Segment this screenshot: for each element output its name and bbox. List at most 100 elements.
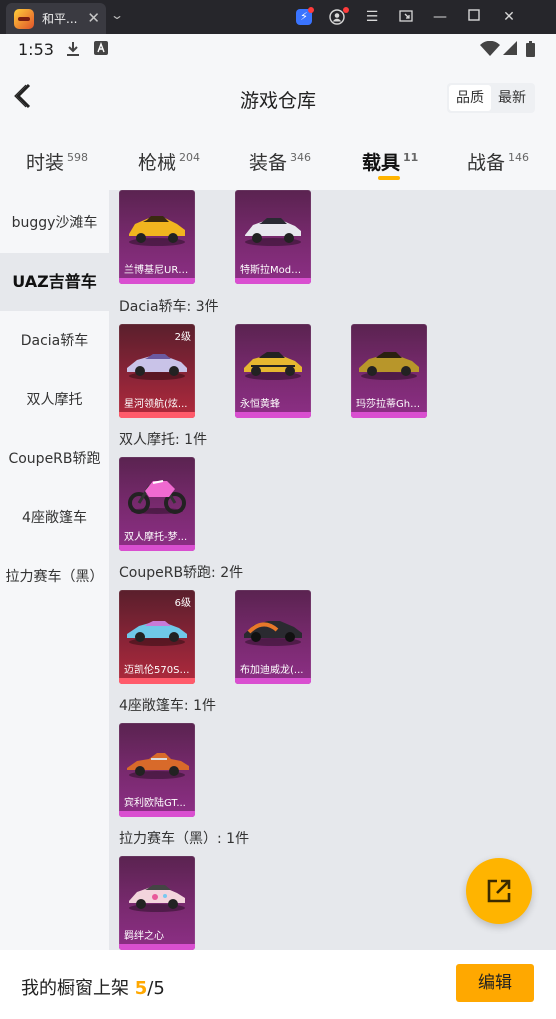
rarity-strip: [235, 278, 311, 284]
sidebar-item-coupe[interactable]: CoupeRB轿跑: [0, 430, 109, 488]
share-button[interactable]: [466, 858, 532, 924]
app-window: 和平... ✕ ⌄ ⚡ ☰ — ✕ 1:53 游戏仓库 品质 最新 时装 598…: [0, 0, 556, 1019]
tab-count: 146: [508, 151, 530, 164]
rarity-strip: [119, 678, 195, 684]
vehicle-name: 布加迪威龙(...: [240, 665, 304, 676]
showcase-current-count: 5: [134, 978, 148, 999]
emulator-title-bar: 和平... ✕ ⌄ ⚡ ☰ — ✕: [0, 0, 556, 34]
car-image: [129, 216, 185, 246]
tab-label: 枪械: [138, 152, 177, 174]
tab-count: 346: [290, 151, 312, 164]
vehicle-card[interactable]: 兰博基尼URU...: [119, 190, 195, 284]
vehicle-card[interactable]: 羁绊之心: [119, 856, 195, 950]
battery-icon: [526, 41, 535, 61]
vehicle-card[interactable]: 双人摩托-梦...: [119, 457, 195, 551]
vehicle-type-sidebar: buggy沙滩车 UAZ吉普车 Dacia轿车 双人摩托 CoupeRB轿跑 4…: [0, 190, 109, 950]
tab-count: 11: [403, 151, 419, 164]
showcase-label: 我的橱窗上架: [21, 978, 129, 999]
close-tab-icon[interactable]: ✕: [87, 9, 100, 27]
rarity-strip: [119, 545, 195, 551]
account-notification-dot: [343, 7, 349, 13]
menu-icon[interactable]: ☰: [364, 9, 380, 25]
rarity-strip: [119, 278, 195, 284]
page-header: 游戏仓库 品质 最新: [0, 66, 556, 130]
sort-quality-button[interactable]: 品质: [449, 85, 491, 111]
tab-label: 战备: [467, 152, 506, 174]
tab-label: 载具: [362, 152, 401, 174]
sidebar-item-dacia[interactable]: Dacia轿车: [0, 312, 109, 370]
vehicle-card[interactable]: 布加迪威龙(...: [235, 590, 311, 684]
vehicle-card[interactable]: 特斯拉Model...: [235, 190, 311, 284]
signal-icon: [503, 41, 517, 59]
vehicle-name: 迈凯伦570S(...: [124, 665, 193, 676]
minimize-icon[interactable]: —: [432, 9, 448, 25]
vehicle-name: 永恒黄蜂: [240, 399, 280, 410]
tab-count: 204: [179, 151, 201, 164]
vehicle-list: 兰博基尼URU... 特斯拉Model... Dacia轿车: 3件 2级 星河…: [109, 190, 556, 950]
vehicle-name: 星河领航(炫...: [124, 399, 188, 410]
vehicle-name: 特斯拉Model...: [240, 265, 310, 276]
tab-label: 装备: [249, 152, 288, 174]
tab-supplies[interactable]: 战备 146: [467, 148, 529, 175]
active-tab-indicator: [378, 176, 400, 180]
wifi-icon: [480, 40, 500, 61]
vehicle-card[interactable]: 2级 星河领航(炫...: [119, 324, 195, 418]
maximize-icon[interactable]: [466, 9, 482, 25]
clock: 1:53: [18, 40, 54, 59]
chevron-down-icon[interactable]: ⌄: [110, 8, 124, 22]
app-icon: [14, 8, 34, 29]
vehicle-name: 兰博基尼URU...: [124, 265, 195, 276]
tab-equipment[interactable]: 装备 346: [249, 148, 311, 175]
section-title: CoupeRB轿跑: 2件: [119, 565, 244, 581]
sidebar-item-motorcycle[interactable]: 双人摩托: [0, 371, 109, 429]
vehicle-name: 双人摩托-梦...: [124, 532, 188, 543]
vehicle-name: 宾利欧陆GT...: [124, 798, 186, 809]
vehicle-card[interactable]: 玛莎拉蒂Ghib...: [351, 324, 427, 418]
close-window-icon[interactable]: ✕: [501, 9, 517, 25]
section-title: 拉力赛车（黑）: 1件: [119, 831, 250, 847]
car-image: [245, 218, 301, 246]
car-image: [127, 354, 187, 380]
showcase-total-count: /5: [147, 978, 165, 999]
section-title: Dacia轿车: 3件: [119, 299, 219, 315]
rarity-strip: [119, 412, 195, 418]
vehicle-name: 羁绊之心: [124, 931, 164, 942]
vehicle-card[interactable]: 永恒黄蜂: [235, 324, 311, 418]
tab-count: 598: [67, 151, 89, 164]
rarity-strip: [351, 412, 427, 418]
pip-icon[interactable]: [398, 9, 414, 25]
vehicle-card[interactable]: 6级 迈凯伦570S(...: [119, 590, 195, 684]
vehicle-name: 玛莎拉蒂Ghib...: [356, 399, 427, 410]
download-icon: [66, 41, 80, 61]
section-title: 双人摩托: 1件: [119, 432, 208, 448]
sidebar-item-buggy[interactable]: buggy沙滩车: [0, 194, 109, 252]
car-image: [129, 885, 185, 912]
motorcycle-image: [128, 480, 186, 514]
showcase-status: 我的橱窗上架 5/5: [21, 974, 165, 1000]
tab-weapons[interactable]: 枪械 204: [138, 148, 200, 175]
notification-dot: [308, 7, 314, 13]
app-tab[interactable]: 和平... ✕: [6, 3, 106, 34]
sort-toggle: 品质 最新: [447, 83, 535, 113]
edit-button[interactable]: 编辑: [456, 964, 534, 1002]
sidebar-item-uaz[interactable]: UAZ吉普车: [0, 253, 109, 311]
rarity-strip: [235, 678, 311, 684]
status-bar: 1:53: [0, 34, 556, 66]
input-method-icon: [94, 41, 108, 59]
sort-latest-button[interactable]: 最新: [491, 85, 533, 111]
category-tabs: 时装 598 枪械 204 装备 346 载具 11 战备 146: [0, 130, 556, 190]
rarity-strip: [235, 412, 311, 418]
share-icon: [487, 879, 511, 903]
tab-outfits[interactable]: 时装 598: [26, 148, 88, 175]
rarity-strip: [119, 811, 195, 817]
car-image: [359, 352, 419, 380]
sidebar-item-rally[interactable]: 拉力赛车（黑）: [0, 548, 109, 606]
car-image: [244, 352, 302, 380]
vehicle-card[interactable]: 宾利欧陆GT...: [119, 723, 195, 817]
tab-vehicles[interactable]: 载具 11: [362, 148, 418, 175]
sidebar-item-convertible[interactable]: 4座敞篷车: [0, 489, 109, 547]
section-title: 4座敞篷车: 1件: [119, 698, 216, 714]
app-tab-title: 和平...: [42, 12, 78, 26]
tab-label: 时装: [26, 152, 65, 174]
car-image: [127, 621, 187, 646]
